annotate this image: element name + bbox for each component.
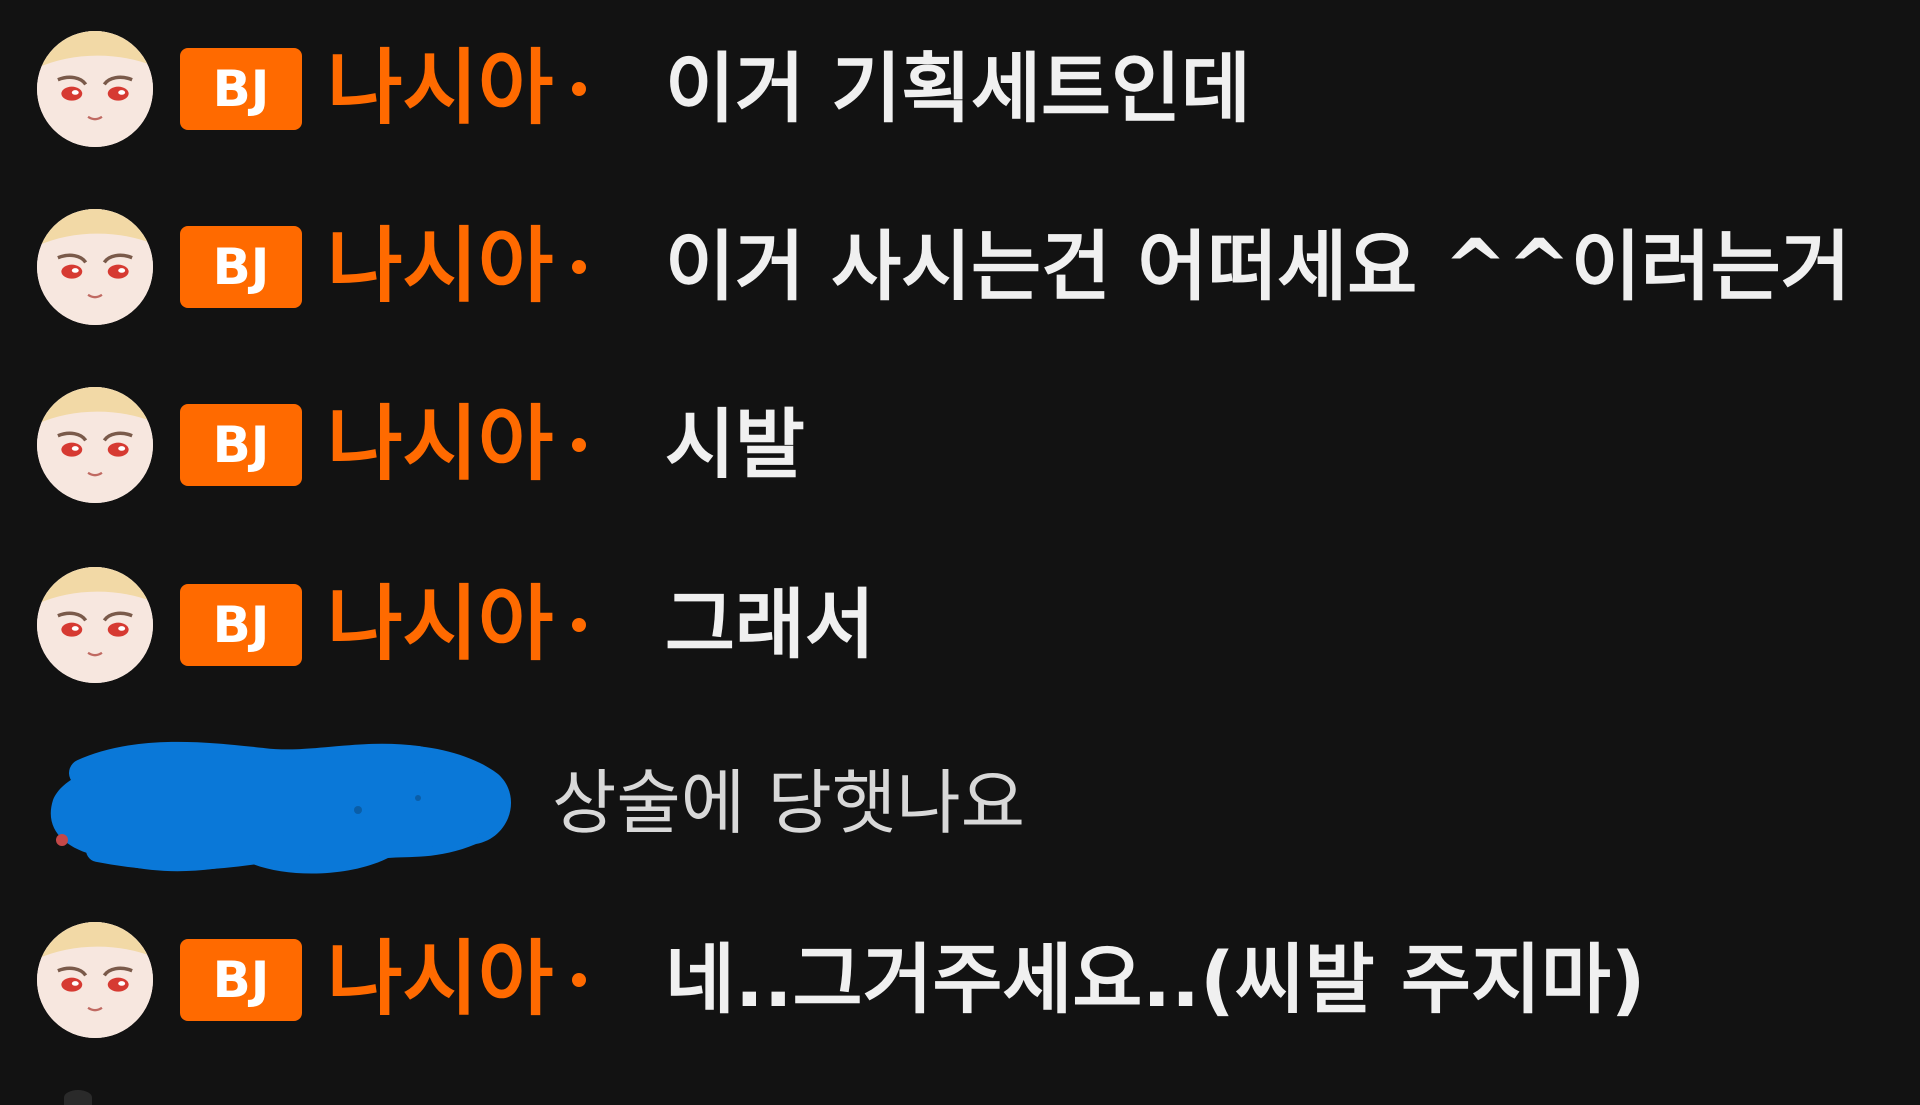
streamer-avatar-icon[interactable] <box>37 387 153 503</box>
streamer-avatar-icon[interactable] <box>37 567 153 683</box>
message-text: 이거 사시는건 어떠세요 ^^이러는거 <box>665 222 1851 311</box>
message-text: 시발 <box>665 400 805 489</box>
separator-dot <box>572 82 586 96</box>
separator-dot <box>572 438 586 452</box>
chat-message: BJ 나시아 그래서 <box>0 550 1920 700</box>
chat-message: BJ 나시아 네..그거주세요..(씨발 주지마) <box>0 905 1920 1055</box>
bj-badge: BJ <box>180 48 302 130</box>
separator-dot <box>572 260 586 274</box>
nickname[interactable]: 나시아 <box>327 217 553 317</box>
message-text: 네..그거주세요..(씨발 주지마) <box>665 935 1646 1024</box>
redacted-username-scribble <box>28 728 520 878</box>
nickname[interactable]: 나시아 <box>327 39 553 139</box>
bj-badge: BJ <box>180 226 302 308</box>
nickname[interactable]: 나시아 <box>327 575 553 675</box>
streamer-avatar-icon[interactable] <box>37 209 153 325</box>
bj-badge: BJ <box>180 939 302 1021</box>
message-text: 이거 기획세트인데 <box>665 44 1251 133</box>
chat-log: BJ 나시아 이거 기획세트인데 BJ 나시아 이거 사시는건 어떠세요 ^^이… <box>0 0 1920 1105</box>
chat-message: BJ 나시아 시발 <box>0 370 1920 520</box>
streamer-avatar-icon[interactable] <box>37 922 153 1038</box>
nickname[interactable]: 나시아 <box>327 395 553 495</box>
next-message-avatar-edge <box>64 1090 92 1105</box>
nickname[interactable]: 나시아 <box>327 930 553 1030</box>
chat-message: BJ 나시아 이거 기획세트인데 <box>0 14 1920 164</box>
message-text: 그래서 <box>665 580 875 669</box>
separator-dot <box>572 973 586 987</box>
streamer-avatar-icon[interactable] <box>37 31 153 147</box>
bj-badge: BJ <box>180 404 302 486</box>
viewer-message-text: 상술에 당햇나요 <box>552 762 1026 844</box>
bj-badge: BJ <box>180 584 302 666</box>
chat-message: 상술에 당햇나요 <box>0 728 1920 878</box>
chat-message: BJ 나시아 이거 사시는건 어떠세요 ^^이러는거 <box>0 192 1920 342</box>
separator-dot <box>572 618 586 632</box>
